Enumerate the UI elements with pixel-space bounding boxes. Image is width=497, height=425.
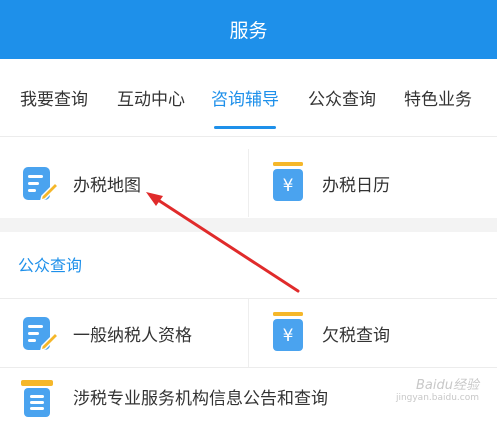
annotation-arrow — [146, 192, 300, 293]
watermark: Baidu经验 jingyan.baidu.com — [395, 378, 479, 403]
